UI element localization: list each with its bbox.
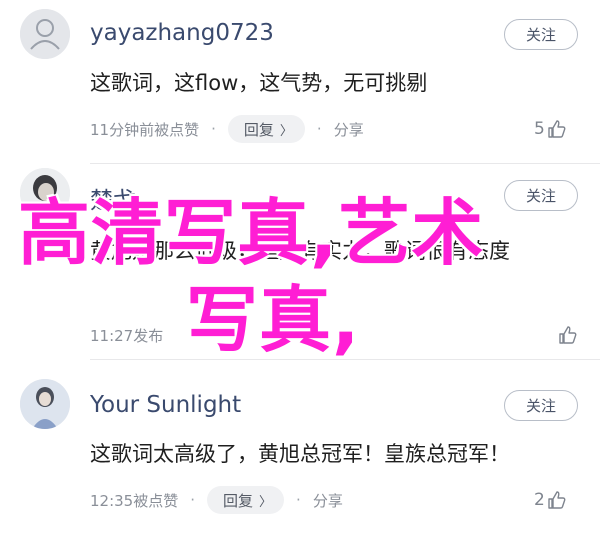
reply-label: 回复 [223,491,254,510]
username[interactable]: Your Sunlight [90,392,241,418]
comment-text: 这歌词太高级了，黄旭总冠军！皇族总冠军！ [90,442,510,466]
username[interactable]: yayazhang0723 [90,20,274,46]
reply-button[interactable]: 回复 〉 [207,486,285,514]
timestamp: 11:27发布 [90,326,164,345]
separator-dot: · [316,120,322,138]
like-count: 2 [534,490,545,510]
default-avatar-icon [20,9,70,59]
overlay-title-line1: 高清写真,艺术 [18,191,485,275]
like-button[interactable]: 5 [534,115,567,143]
comment-meta: 12:35被点赞 · 回复 〉 · 分享 [90,486,343,514]
separator-dot: · [211,120,216,138]
follow-button[interactable]: 关注 [504,180,578,211]
reply-label: 回复 [243,120,274,139]
like-button[interactable]: 2 [534,486,567,514]
thumbs-up-icon [559,326,577,344]
chevron-right-icon: 〉 [279,123,293,139]
comment-text: 这歌词，这flow，这气势，无可挑剔 [90,71,428,95]
timestamp: 11分钟前被点赞 [90,120,200,139]
chevron-right-icon: 〉 [259,494,273,510]
share-button[interactable]: 分享 [313,490,343,511]
comment-meta: 11分钟前被点赞 · 回复 〉 · 分享 [90,115,364,143]
thumbs-up-icon [548,491,566,509]
comment-meta: 11:27发布 [90,321,163,349]
separator-dot: · [190,491,196,509]
thumbs-up-icon [548,120,566,138]
timestamp: 12:35被点赞 [90,491,179,510]
user-photo-icon [20,379,70,429]
like-button[interactable] [556,321,578,349]
divider [90,163,600,164]
follow-button[interactable]: 关注 [504,19,578,50]
separator-dot: · [296,491,301,509]
reply-button[interactable]: 回复 〉 [227,115,305,143]
share-button[interactable]: 分享 [334,119,364,140]
avatar[interactable] [20,379,70,429]
follow-button[interactable]: 关注 [504,390,578,421]
like-count: 5 [534,119,545,139]
overlay-title-line2: 写真, [186,278,361,362]
avatar[interactable] [20,9,70,59]
